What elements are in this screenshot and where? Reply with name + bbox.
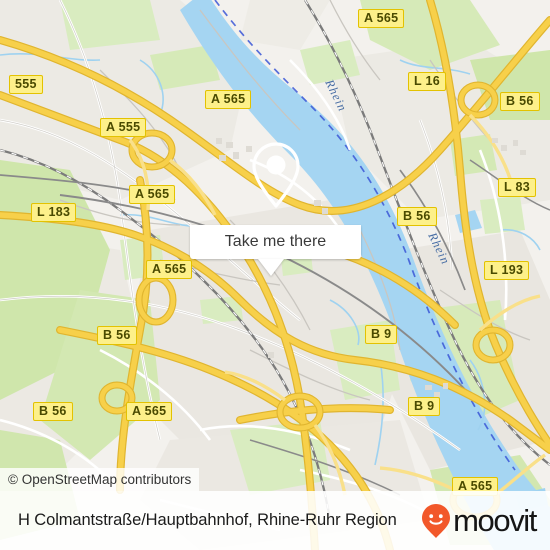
road-shield: A 555 [100,118,147,137]
map-pin-icon [251,141,300,208]
road-shield: B 9 [408,397,441,416]
map-attribution-bar: © OpenStreetMap contributors [0,468,200,491]
moovit-wordmark: moovit [453,503,537,538]
road-shield: L 16 [408,72,446,91]
road-shield: A 565 [205,90,252,109]
road-shield: A 565 [358,9,405,28]
take-me-there-label: Take me there [224,233,327,250]
road-shield: 555 [9,75,43,94]
location-callout-card[interactable]: Take me there [190,124,361,276]
road-shield: B 56 [33,402,73,421]
road-shield: L 193 [484,261,530,280]
road-shield: B 56 [397,207,437,226]
page-footer: H Colmantstraße/Hauptbahnhof, Rhine-Ruhr… [0,491,550,550]
road-shield: B 56 [97,326,137,345]
road-shield: L 83 [498,178,536,197]
road-shield: A 565 [146,260,193,279]
road-shield: L 183 [31,203,77,222]
road-shield: A 565 [129,185,176,204]
callout-pointer-tail [258,259,284,276]
location-title: H Colmantstraße/Hauptbahnhof, Rhine-Ruhr… [18,511,397,529]
map-screenshot: Rhein Rhein A 565 555 A 565 L 16 B 56 A 555 A … [0,0,550,550]
road-shield: B 9 [365,325,398,344]
callout-action-bar[interactable]: Take me there [190,225,361,259]
moovit-brand[interactable]: moovit [421,503,537,539]
moovit-pin-logo [422,503,451,538]
road-shield: A 565 [126,402,173,421]
road-shield: B 56 [500,92,540,111]
callout-header [190,124,361,225]
attribution-text: © OpenStreetMap contributors [8,472,192,487]
